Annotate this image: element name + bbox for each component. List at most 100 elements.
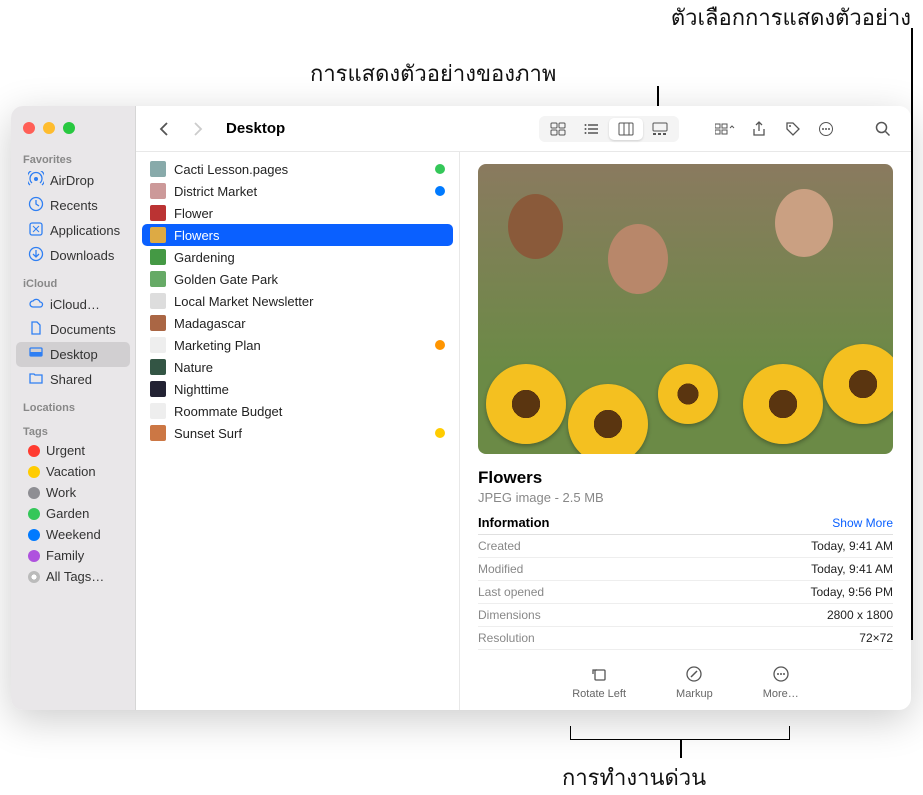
forward-button[interactable] <box>184 117 212 141</box>
preview-image <box>478 164 893 454</box>
sidebar-tag-garden[interactable]: Garden <box>16 503 130 524</box>
show-more-link[interactable]: Show More <box>832 516 893 530</box>
sidebar: Favorites AirDrop Recents ApplicationsDown… <box>11 106 136 710</box>
file-icon <box>150 249 166 265</box>
more-icon <box>771 664 791 684</box>
info-row: Last openedToday, 9:56 PM <box>478 581 893 604</box>
minimize-button[interactable] <box>43 122 55 134</box>
file-icon <box>150 293 166 309</box>
file-name: Flowers <box>174 228 220 243</box>
tag-dot-icon <box>28 550 40 562</box>
sidebar-item-label: Garden <box>46 506 89 521</box>
sidebar-head-locations: Locations <box>11 398 135 416</box>
info-header: Information <box>478 515 550 530</box>
quick-action-markup[interactable]: Markup <box>676 664 713 700</box>
folder-icon <box>28 370 44 389</box>
sidebar-item-label: Work <box>46 485 76 500</box>
file-name: Nature <box>174 360 213 375</box>
sidebar-item-documents[interactable]: Documents <box>16 317 130 342</box>
info-value: 72×72 <box>859 631 893 645</box>
sidebar-item-desktop[interactable]: Desktop <box>16 342 130 367</box>
sidebar-item-downloads[interactable]: Downloads <box>16 243 130 268</box>
file-icon <box>150 161 166 177</box>
file-item[interactable]: Marketing Plan <box>142 334 453 356</box>
file-item[interactable]: Flowers <box>142 224 453 246</box>
cloud-icon <box>28 295 44 314</box>
file-item[interactable]: Gardening <box>142 246 453 268</box>
sidebar-item-label: iCloud… <box>50 297 100 312</box>
file-name: Nighttime <box>174 382 229 397</box>
sidebar-tag-family[interactable]: Family <box>16 545 130 566</box>
tag-dot-icon <box>28 487 40 499</box>
sidebar-item-label: Recents <box>50 198 98 213</box>
view-icons[interactable] <box>541 118 575 140</box>
tags-button[interactable] <box>779 117 807 141</box>
sidebar-item-icloud[interactable]: iCloud… <box>16 292 130 317</box>
file-name: Marketing Plan <box>174 338 261 353</box>
file-item[interactable]: Nighttime <box>142 378 453 400</box>
file-item[interactable]: Cacti Lesson.pages <box>142 158 453 180</box>
preview-pane: Flowers JPEG image - 2.5 MB Information … <box>460 152 911 710</box>
file-tag-dot <box>435 340 445 350</box>
file-item[interactable]: Golden Gate Park <box>142 268 453 290</box>
file-name: Golden Gate Park <box>174 272 278 287</box>
sidebar-tag-weekend[interactable]: Weekend <box>16 524 130 545</box>
group-button[interactable] <box>711 117 739 141</box>
file-item[interactable]: Flower <box>142 202 453 224</box>
file-item[interactable]: Roommate Budget <box>142 400 453 422</box>
back-button[interactable] <box>150 117 178 141</box>
main-area: Desktop Cacti Lesson.pagesDistrict Marke… <box>136 106 911 710</box>
view-list[interactable] <box>575 118 609 140</box>
file-icon <box>150 227 166 243</box>
view-switcher <box>539 116 679 142</box>
view-gallery[interactable] <box>643 118 677 140</box>
close-button[interactable] <box>23 122 35 134</box>
search-button[interactable] <box>869 117 897 141</box>
file-item[interactable]: Sunset Surf <box>142 422 453 444</box>
info-row: ModifiedToday, 9:41 AM <box>478 558 893 581</box>
file-name: Flower <box>174 206 213 221</box>
file-icon <box>150 381 166 397</box>
sidebar-item-recents[interactable]: Recents <box>16 193 130 218</box>
sidebar-head-tags: Tags <box>11 422 135 440</box>
sidebar-head-favorites: Favorites <box>11 150 135 168</box>
file-list: Cacti Lesson.pagesDistrict Market Flower F… <box>136 152 460 710</box>
airdrop-icon <box>28 171 44 190</box>
sidebar-item-shared[interactable]: Shared <box>16 367 130 392</box>
share-button[interactable] <box>745 117 773 141</box>
file-icon <box>150 315 166 331</box>
sidebar-all-tags[interactable]: All Tags… <box>16 566 130 587</box>
tag-dot-icon <box>28 445 40 457</box>
file-item[interactable]: Local Market Newsletter <box>142 290 453 312</box>
file-name: Roommate Budget <box>174 404 282 419</box>
sidebar-item-label: Documents <box>50 322 116 337</box>
clock-icon <box>28 196 44 215</box>
sidebar-item-applications[interactable]: Applications <box>16 218 130 243</box>
more-button[interactable] <box>813 117 841 141</box>
info-key: Resolution <box>478 631 535 645</box>
view-columns[interactable] <box>609 118 643 140</box>
window-title: Desktop <box>226 120 285 137</box>
sidebar-item-airdrop[interactable]: AirDrop <box>16 168 130 193</box>
file-name: Madagascar <box>174 316 246 331</box>
sidebar-tag-work[interactable]: Work <box>16 482 130 503</box>
sidebar-tag-urgent[interactable]: Urgent <box>16 440 130 461</box>
download-icon <box>28 246 44 265</box>
sidebar-tag-vacation[interactable]: Vacation <box>16 461 130 482</box>
file-item[interactable]: District Market <box>142 180 453 202</box>
quick-action-more[interactable]: More… <box>763 664 799 700</box>
quick-action-rotate[interactable]: Rotate Left <box>572 664 626 700</box>
sidebar-head-icloud: iCloud <box>11 274 135 292</box>
file-tag-dot <box>435 428 445 438</box>
apps-icon <box>28 221 44 240</box>
sidebar-item-label: Weekend <box>46 527 101 542</box>
sidebar-item-label: AirDrop <box>50 173 94 188</box>
preview-subtitle: JPEG image - 2.5 MB <box>478 490 893 505</box>
callout-brace <box>570 726 790 740</box>
sidebar-item-label: Family <box>46 548 84 563</box>
file-item[interactable]: Nature <box>142 356 453 378</box>
zoom-button[interactable] <box>63 122 75 134</box>
info-row: Resolution 72×72 <box>478 627 893 650</box>
file-item[interactable]: Madagascar <box>142 312 453 334</box>
info-value: Today, 9:56 PM <box>811 585 894 599</box>
